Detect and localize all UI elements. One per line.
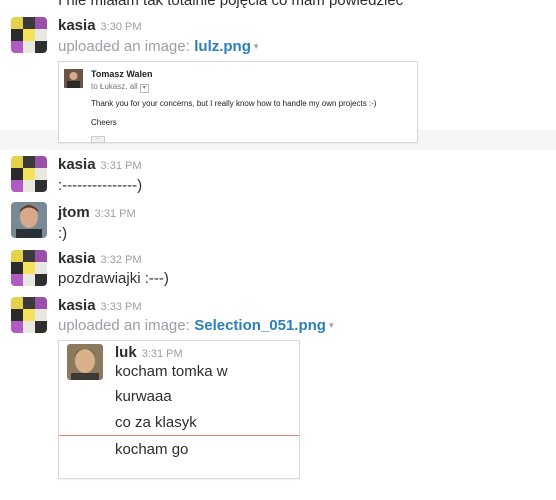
- message-text: :---------------): [58, 177, 143, 194]
- sender-avatar: [64, 69, 83, 88]
- timestamp[interactable]: 3:32 PM: [101, 254, 142, 266]
- kasia-avatar[interactable]: [11, 297, 47, 333]
- preview-timestamp: 3:31 PM: [141, 348, 183, 360]
- message-text: pozdrawiajki :---): [58, 270, 169, 287]
- email-line: Thank you for your concerns, but I reall…: [91, 99, 377, 108]
- kasia-avatar[interactable]: [11, 17, 47, 53]
- username[interactable]: kasia: [58, 17, 96, 34]
- preview-line: co za klasyk: [115, 414, 197, 431]
- previous-message-text: I nie miałam tak totalnie pojęcia co mam…: [58, 0, 404, 9]
- message-text: :): [58, 225, 68, 242]
- email-line: Cheers: [91, 118, 117, 127]
- preview-line: kocham tomka w: [115, 363, 228, 380]
- new-messages-divider: [59, 435, 299, 436]
- kasia-avatar[interactable]: [11, 250, 47, 286]
- email-recipients: to Łukasz, all ▾: [91, 82, 149, 93]
- preview-line: kurwaaa: [115, 388, 172, 405]
- email-sender: Tomasz Walen: [91, 69, 153, 79]
- email-recipients-text: to Łukasz, all: [91, 82, 138, 91]
- timestamp[interactable]: 3:31 PM: [101, 160, 142, 172]
- file-link[interactable]: lulz.png: [194, 38, 251, 55]
- username[interactable]: kasia: [58, 156, 96, 173]
- timestamp[interactable]: 3:30 PM: [101, 21, 142, 33]
- file-menu-caret-icon[interactable]: ▾: [254, 41, 259, 51]
- image-preview-lulz[interactable]: Tomasz Walen to Łukasz, all ▾ Thank you f…: [58, 61, 418, 143]
- username[interactable]: jtom: [58, 204, 90, 221]
- preview-username: luk: [115, 344, 137, 361]
- file-link[interactable]: Selection_051.png: [194, 317, 326, 334]
- show-trimmed-content-icon: ···: [91, 136, 105, 143]
- file-menu-caret-icon[interactable]: ▾: [329, 320, 334, 330]
- username[interactable]: kasia: [58, 297, 96, 314]
- recipients-dropdown-icon: ▾: [139, 84, 149, 93]
- kasia-avatar[interactable]: [11, 156, 47, 192]
- upload-label: uploaded an image:: [58, 38, 190, 55]
- preview-line: kocham go: [115, 441, 189, 458]
- image-preview-selection[interactable]: luk 3:31 PM kocham tomka w kurwaaa co za …: [58, 340, 300, 479]
- username[interactable]: kasia: [58, 250, 96, 267]
- timestamp[interactable]: 3:31 PM: [95, 208, 136, 220]
- timestamp[interactable]: 3:33 PM: [101, 301, 142, 313]
- luk-avatar: [67, 344, 103, 380]
- jtom-avatar[interactable]: [11, 202, 47, 238]
- upload-label: uploaded an image:: [58, 317, 190, 334]
